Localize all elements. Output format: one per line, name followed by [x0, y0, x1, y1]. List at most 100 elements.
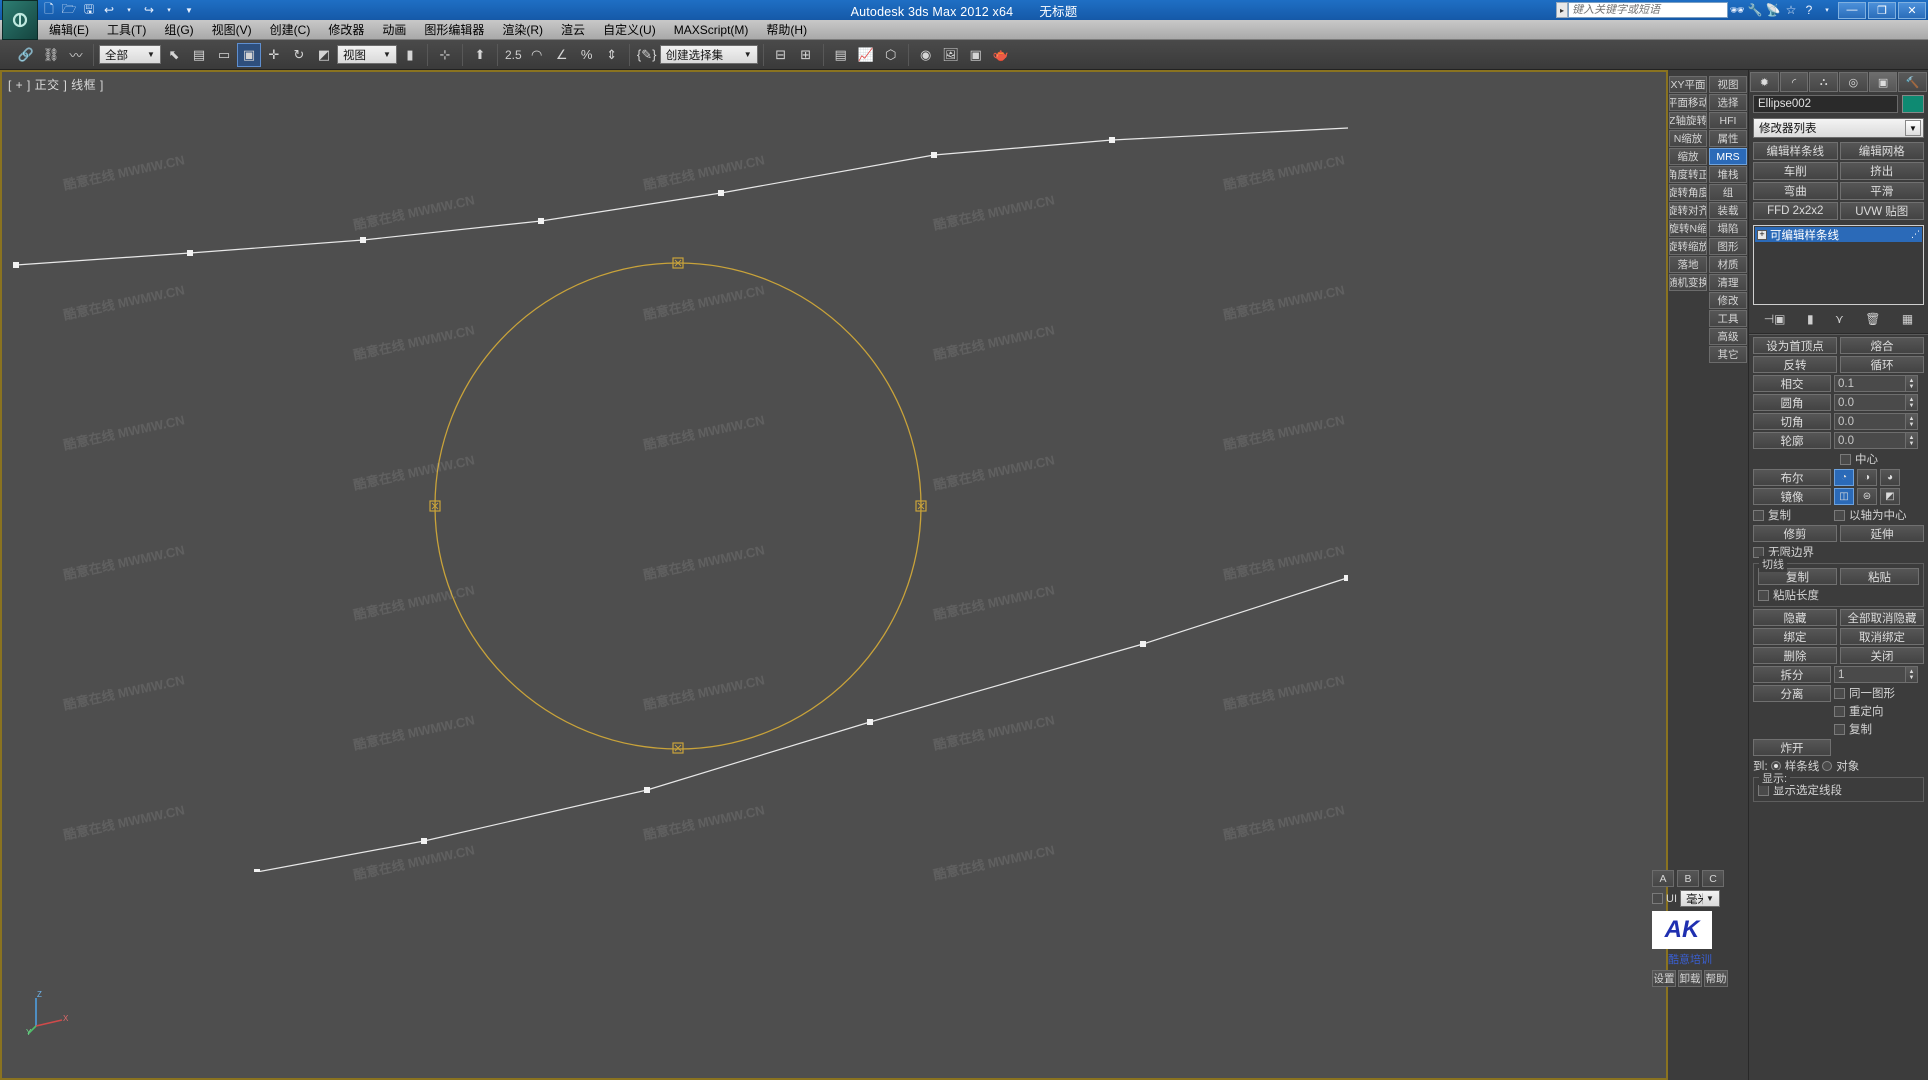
bind-to-space-warp-icon[interactable]: 〰: [64, 43, 88, 67]
geometry-button-2[interactable]: 切角: [1753, 413, 1831, 430]
menu-item-3[interactable]: 视图(V): [203, 19, 261, 40]
angle-snap-toggle-icon[interactable]: ∠: [550, 43, 574, 67]
spline-vertex[interactable]: [13, 262, 19, 268]
spinner-arrows-icon[interactable]: ▲ ▼: [1906, 432, 1918, 449]
layer-manager-icon[interactable]: ▤: [829, 43, 853, 67]
center-checkbox[interactable]: 中心: [1840, 451, 1924, 467]
favorite-star-icon[interactable]: ☆: [1782, 2, 1800, 18]
script-button-b-1[interactable]: 选择: [1709, 94, 1747, 111]
menu-item-12[interactable]: 帮助(H): [757, 19, 816, 40]
checkbox-box[interactable]: [1840, 453, 1851, 465]
menu-item-10[interactable]: 自定义(U): [594, 19, 665, 40]
modifier-button-2[interactable]: 车削: [1753, 162, 1838, 180]
script-button-a-8[interactable]: 旋转N缩: [1669, 220, 1707, 237]
geometry-button-0[interactable]: 相交: [1753, 375, 1831, 392]
checkbox-box[interactable]: [1834, 687, 1845, 699]
script-button-a-2[interactable]: Z轴旋转: [1669, 112, 1707, 129]
open-file-icon[interactable]: 🗁: [60, 2, 78, 18]
settings-button[interactable]: 设置: [1652, 970, 1676, 987]
explode-button[interactable]: 炸开: [1753, 739, 1831, 756]
spinner-snap-toggle-icon[interactable]: ⇕: [600, 43, 624, 67]
spline-vertex[interactable]: [1344, 575, 1348, 581]
fuse-button[interactable]: 熔合: [1840, 337, 1924, 354]
curve-editor-icon[interactable]: 📈: [854, 43, 878, 67]
script-button-b-4[interactable]: MRS: [1709, 148, 1747, 165]
menu-item-2[interactable]: 组(G): [155, 19, 202, 40]
script-button-b-9[interactable]: 图形: [1709, 238, 1747, 255]
select-and-scale-icon[interactable]: ◩: [312, 43, 336, 67]
help-button[interactable]: 帮助: [1704, 970, 1728, 987]
infocenter-expand-icon[interactable]: ▸: [1556, 2, 1568, 18]
spline-vertex[interactable]: [187, 250, 193, 256]
trim-button[interactable]: 修剪: [1753, 525, 1837, 542]
menu-item-8[interactable]: 渲染(R): [493, 19, 552, 40]
modifier-button-4[interactable]: 弯曲: [1753, 182, 1838, 200]
named-selection-set-combo[interactable]: 创建选择集 ▼: [659, 45, 758, 64]
menu-item-4[interactable]: 创建(C): [261, 19, 320, 40]
hierarchy-tab[interactable]: ⛬: [1809, 72, 1839, 92]
script-button-a-10[interactable]: 落地: [1669, 256, 1707, 273]
extend-button[interactable]: 延伸: [1840, 525, 1924, 542]
selected-ellipse[interactable]: [434, 262, 922, 750]
modifier-button-3[interactable]: 挤出: [1839, 162, 1924, 180]
binoculars-icon[interactable]: 🕶: [1728, 2, 1746, 18]
utilities-tab[interactable]: 🔨: [1898, 72, 1928, 92]
script-button-b-12[interactable]: 修改: [1709, 292, 1747, 309]
script-button-a-9[interactable]: 旋转缩放: [1669, 238, 1707, 255]
new-file-icon[interactable]: 🗋: [40, 2, 58, 18]
script-button-b-8[interactable]: 塌陷: [1709, 220, 1747, 237]
tangent-paste-button[interactable]: 粘贴: [1840, 568, 1919, 585]
spline-vertex[interactable]: [644, 787, 650, 793]
spinner-arrows-icon[interactable]: ▲ ▼: [1906, 666, 1918, 683]
selection-filter-combo[interactable]: 全部 ▼: [99, 45, 161, 64]
redo-icon[interactable]: ↪: [140, 2, 158, 18]
viewport[interactable]: [ + ] 正交 ] 线框 ] 酷意在线 MWMW.CN 酷意在线 MWMW.CN…: [0, 70, 1668, 1080]
script-tab-c[interactable]: C: [1702, 870, 1724, 887]
spline-vertex[interactable]: [360, 237, 366, 243]
spinner-arrows-icon[interactable]: ▲ ▼: [1906, 375, 1918, 392]
mirror-tool-icon[interactable]: ⊟: [769, 43, 793, 67]
spline-vertex[interactable]: [718, 190, 724, 196]
show-end-result-icon[interactable]: ▮: [1807, 312, 1814, 326]
mirror-vertical-icon[interactable]: ⊜: [1857, 488, 1877, 505]
script-button-b-3[interactable]: 属性: [1709, 130, 1747, 147]
spline-top[interactable]: [15, 139, 1113, 266]
configure-modifier-sets-icon[interactable]: ▦: [1902, 312, 1913, 326]
spline-vertex[interactable]: [867, 719, 873, 725]
cycle-button[interactable]: 循环: [1840, 356, 1924, 373]
close-button[interactable]: ✕: [1898, 1, 1926, 19]
delete-button[interactable]: 删除: [1753, 647, 1837, 664]
script-button-b-5[interactable]: 堆栈: [1709, 166, 1747, 183]
mirror-button[interactable]: 镜像: [1753, 488, 1831, 505]
stack-item-editable-spline[interactable]: + 可编辑样条线 ⋰: [1755, 227, 1922, 242]
geometry-spinner-0[interactable]: 0.1 ▲ ▼: [1834, 375, 1918, 392]
application-menu-button[interactable]: [2, 0, 38, 40]
script-button-a-4[interactable]: 缩放: [1669, 148, 1707, 165]
geometry-spinner-value-0[interactable]: 0.1: [1834, 375, 1906, 392]
divide-spinner[interactable]: 1 ▲ ▼: [1834, 666, 1918, 683]
script-button-b-7[interactable]: 装载: [1709, 202, 1747, 219]
geometry-spinner-2[interactable]: 0.0 ▲ ▼: [1834, 413, 1918, 430]
mirror-both-icon[interactable]: ◩: [1880, 488, 1900, 505]
align-icon[interactable]: ⊞: [794, 43, 818, 67]
create-tab[interactable]: ✹: [1750, 72, 1779, 92]
render-production-icon[interactable]: 🫖: [989, 43, 1013, 67]
detach-copy-checkbox[interactable]: 复制: [1834, 721, 1895, 737]
menu-item-0[interactable]: 编辑(E): [40, 19, 98, 40]
modifier-button-5[interactable]: 平滑: [1839, 182, 1924, 200]
checkbox-box[interactable]: [1834, 509, 1845, 521]
checkbox-box[interactable]: [1758, 784, 1769, 796]
script-button-b-11[interactable]: 清理: [1709, 274, 1747, 291]
render-frame-icon[interactable]: ▣: [964, 43, 988, 67]
make-unique-icon[interactable]: ⋎: [1835, 312, 1844, 326]
help-dropdown-icon[interactable]: ▾: [1818, 2, 1836, 18]
radio-button[interactable]: [1822, 761, 1833, 771]
display-tab[interactable]: ▣: [1868, 72, 1898, 92]
menu-item-9[interactable]: 渲云: [552, 19, 594, 40]
help-icon[interactable]: ?: [1800, 2, 1818, 18]
snaps-toggle-icon[interactable]: ◠: [525, 43, 549, 67]
reverse-button[interactable]: 反转: [1753, 356, 1837, 373]
modifier-button-7[interactable]: UVW 贴图: [1839, 202, 1924, 220]
use-pivot-point-center-icon[interactable]: ▮: [398, 43, 422, 67]
spline-vertex[interactable]: [254, 869, 260, 872]
